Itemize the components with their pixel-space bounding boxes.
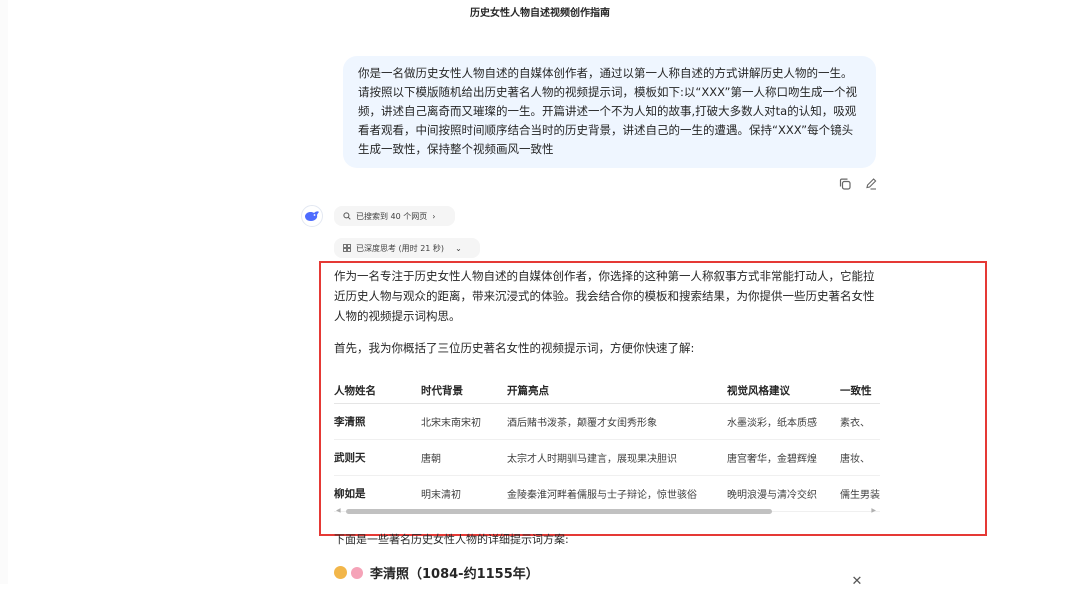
scroll-left-arrow-icon[interactable]: ◀ xyxy=(336,507,341,515)
table-cell: 唐宫奢华，金碧辉煌 xyxy=(727,439,840,476)
conversation-title: 历史女性人物自述视频创作指南 xyxy=(470,8,610,19)
table-cell: 北宋末南宋初 xyxy=(421,403,507,440)
table-header-cell: 视觉风格建议 xyxy=(727,377,840,404)
deep-think-toggle[interactable]: 已深度思考 (用时 21 秒) ⌄ xyxy=(334,238,480,258)
table-cell: 唐朝 xyxy=(421,439,507,476)
table-header-cell: 时代背景 xyxy=(421,377,507,404)
assistant-avatar xyxy=(301,205,323,227)
table-cell: 酒后赌书泼茶，颠覆才女闺秀形象 xyxy=(507,403,727,440)
first-person-heading: 李清照（1084-约1155年） xyxy=(334,563,539,582)
table-cell: 武则天 xyxy=(334,439,421,476)
table-row: 武则天 唐朝 太宗才人时期驯马建言，展现果决胆识 唐宫奢华，金碧辉煌 唐妆、 xyxy=(334,439,880,476)
table-cell: 素衣、 xyxy=(840,403,880,440)
edit-icon[interactable] xyxy=(864,176,878,190)
chevron-right-icon: › xyxy=(432,211,436,221)
atom-icon xyxy=(343,244,351,252)
table-cell: 李清照 xyxy=(334,403,421,440)
detail-intro-text: 下面是一些著名历史女性人物的详细提示词方案: xyxy=(334,533,569,546)
scrollbar-thumb[interactable] xyxy=(346,509,772,514)
heading-text: 李清照（1084-约1155年） xyxy=(370,567,539,582)
think-pill-label: 已深度思考 (用时 21 秒) xyxy=(356,243,445,253)
table-cell: 太宗才人时期驯马建言，展现果决胆识 xyxy=(507,439,727,476)
flower-emoji-icon xyxy=(351,566,363,579)
table-row: 李清照 北宋末南宋初 酒后赌书泼茶，颠覆才女闺秀形象 水墨淡彩，纸本质感 素衣、 xyxy=(334,403,880,440)
scroll-right-arrow-icon[interactable]: ▶ xyxy=(871,507,876,515)
assistant-answer: 作为一名专注于历史女性人物自述的自媒体创作者，你选择的这种第一人称叙事方式非常能… xyxy=(334,262,880,358)
summary-table: 人物姓名 时代背景 开篇亮点 视觉风格建议 一致性 李清照 北宋末南宋初 酒后赌… xyxy=(334,377,880,512)
user-message-bubble: 你是一名做历史女性人物自述的自媒体创作者，通过以第一人称自述的方式讲解历史人物的… xyxy=(343,56,876,168)
whale-logo-icon xyxy=(305,211,319,221)
answer-intro-paragraph: 作为一名专注于历史女性人物自述的自媒体创作者，你选择的这种第一人称叙事方式非常能… xyxy=(334,269,875,323)
chevron-down-icon: ⌄ xyxy=(455,243,462,253)
table-header-cell: 人物姓名 xyxy=(334,377,421,404)
search-pill-label: 已搜索到 40 个网页 xyxy=(356,211,428,221)
close-icon[interactable]: ✕ xyxy=(849,574,865,590)
table-header-row: 人物姓名 时代背景 开篇亮点 视觉风格建议 一致性 xyxy=(334,377,880,404)
search-results-toggle[interactable]: 已搜索到 40 个网页 › xyxy=(334,206,455,226)
answer-summary-intro: 首先，我为你概括了三位历史著名女性的视频提示词，方便你快速了解: xyxy=(334,341,695,355)
table-cell: 水墨淡彩，纸本质感 xyxy=(727,403,840,440)
table-header-cell: 一致性 xyxy=(840,377,880,404)
summary-table-container[interactable]: 人物姓名 时代背景 开篇亮点 视觉风格建议 一致性 李清照 北宋末南宋初 酒后赌… xyxy=(334,377,880,519)
sidebar-edge xyxy=(0,0,8,584)
table-cell: 唐妆、 xyxy=(840,439,880,476)
search-icon xyxy=(343,212,351,220)
copy-icon[interactable] xyxy=(838,176,852,190)
woman-emoji-icon xyxy=(334,566,347,579)
table-horizontal-scrollbar[interactable]: ◀ ▶ xyxy=(334,507,880,515)
message-actions xyxy=(838,176,878,190)
table-header-cell: 开篇亮点 xyxy=(507,377,727,404)
